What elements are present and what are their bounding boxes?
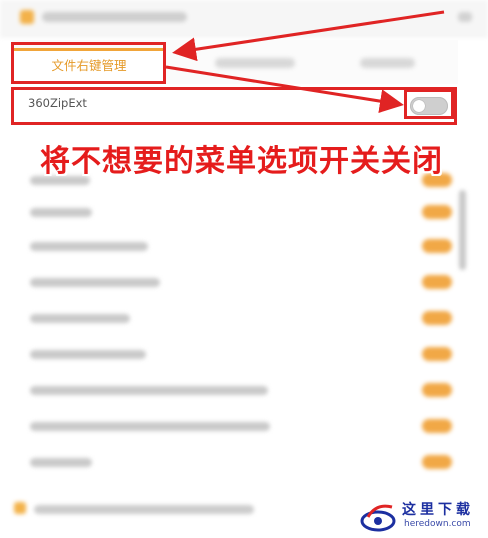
watermark-logo-icon [360, 504, 396, 532]
toggle-switch[interactable] [422, 239, 452, 253]
list-item [22, 412, 452, 442]
window-title-blurred [42, 12, 187, 22]
list-item [22, 448, 452, 478]
toggle-switch[interactable] [422, 419, 452, 433]
window-control-icon[interactable] [458, 12, 472, 22]
list-item [22, 198, 452, 228]
window-title-bar [0, 0, 488, 37]
watermark: 这里下载 heredown.com [358, 497, 482, 537]
toggle-switch[interactable] [422, 455, 452, 469]
watermark-url: heredown.com [404, 519, 471, 529]
toggle-switch[interactable] [422, 275, 452, 289]
list-item [22, 376, 452, 406]
app-logo-icon [20, 10, 34, 24]
instruction-caption: 将不想要的菜单选项开关关闭 [40, 144, 443, 179]
toggle-switch[interactable] [422, 205, 452, 219]
toggle-switch[interactable] [422, 383, 452, 397]
section-icon [14, 502, 26, 514]
annotation-box-tab [11, 42, 166, 84]
tab-blurred[interactable] [215, 58, 295, 68]
watermark-brand: 这里下载 [402, 502, 474, 518]
toggle-switch[interactable] [422, 311, 452, 325]
list-item [22, 340, 452, 370]
bottom-section [14, 498, 304, 520]
list-item [22, 232, 452, 262]
toggle-switch[interactable] [422, 347, 452, 361]
annotation-box-row [11, 87, 457, 125]
list-item [22, 304, 452, 334]
list-item [22, 268, 452, 298]
scrollbar[interactable] [459, 190, 466, 270]
annotation-box-toggle [404, 89, 454, 119]
tab-blurred[interactable] [360, 58, 415, 68]
